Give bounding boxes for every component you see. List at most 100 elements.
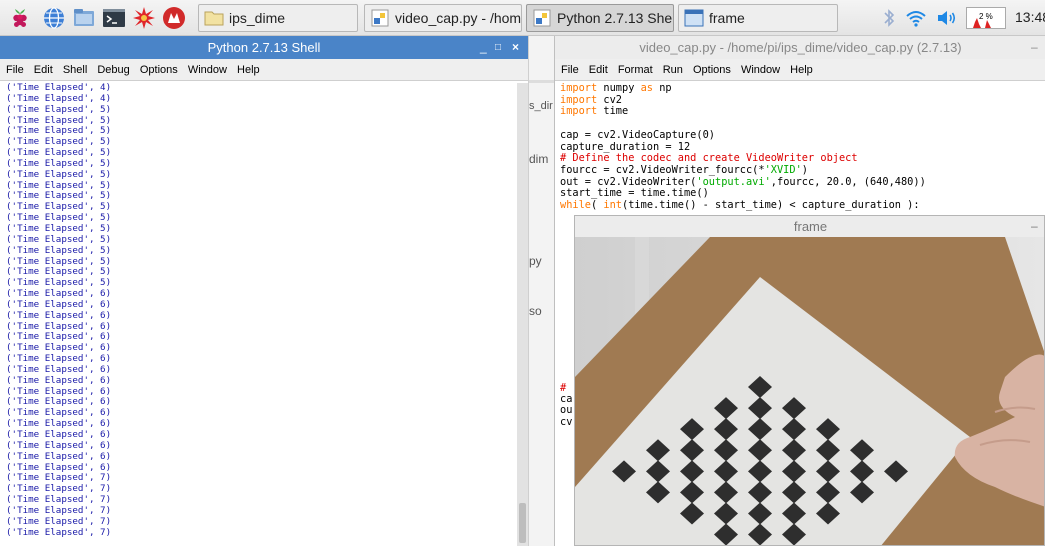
menu-file[interactable]: File bbox=[6, 64, 24, 76]
menu-file[interactable]: File bbox=[561, 64, 579, 76]
code-token: (time.time() - start_time) < capture_dur… bbox=[622, 199, 920, 212]
background-text: py bbox=[529, 254, 542, 268]
code-token: import bbox=[560, 93, 598, 106]
taskbar-task-shell[interactable]: Python 2.7.13 Shell bbox=[526, 4, 674, 32]
menu-edit[interactable]: Edit bbox=[34, 64, 53, 76]
menu-format[interactable]: Format bbox=[618, 64, 653, 76]
code-token: fourcc = cv2.VideoWriter_fourcc(* bbox=[560, 163, 765, 176]
code-line: import time bbox=[560, 106, 926, 118]
code-token: import bbox=[560, 105, 598, 118]
wifi-icon[interactable] bbox=[904, 6, 928, 30]
shell-output-line: ('Time Elapsed', 5) bbox=[6, 103, 112, 115]
background-window[interactable]: s_dir dim py so bbox=[528, 36, 554, 546]
wolfram-icon[interactable] bbox=[162, 6, 186, 30]
taskbar-task-editor[interactable]: video_cap.py - /home... bbox=[364, 4, 522, 32]
code-token: capture_duration = 12 bbox=[560, 140, 691, 153]
editor-title: video_cap.py - /home/pi/ips_dime/video_c… bbox=[639, 40, 962, 55]
code-token: ca bbox=[560, 393, 573, 406]
menu-window[interactable]: Window bbox=[188, 64, 227, 76]
code-line: while( int(time.time() - start_time) < c… bbox=[560, 199, 926, 212]
minimize-button[interactable]: – bbox=[1031, 216, 1038, 237]
menu-run[interactable]: Run bbox=[663, 64, 683, 76]
taskbar-task-frame[interactable]: frame bbox=[678, 4, 838, 32]
minimize-button[interactable]: _ bbox=[480, 36, 487, 59]
menu-help[interactable]: Help bbox=[790, 64, 813, 76]
minimize-button[interactable]: – bbox=[1031, 36, 1038, 59]
editor-menubar: File Edit Format Run Options Window Help bbox=[555, 59, 1045, 81]
bluetooth-icon[interactable] bbox=[877, 6, 901, 30]
frame-title: frame bbox=[793, 219, 828, 234]
task-label: ips_dime bbox=[229, 10, 286, 26]
code-token: time bbox=[597, 105, 629, 118]
code-token: cap = cv2.VideoCapture(0) bbox=[560, 128, 715, 141]
python-icon bbox=[371, 9, 389, 27]
shell-title: Python 2.7.13 Shell bbox=[207, 40, 321, 55]
code-token: 'output.avi' bbox=[696, 175, 771, 188]
shell-output-line: ('Time Elapsed', 7) bbox=[6, 526, 112, 538]
code-token: cv bbox=[560, 415, 573, 428]
menu-help[interactable]: Help bbox=[237, 64, 260, 76]
code-editor-partial[interactable]: # ca ou cv bbox=[560, 382, 573, 428]
taskbar: ips_dime video_cap.py - /home... Python … bbox=[0, 0, 1045, 36]
shell-output-line: ('Time Elapsed', 5) bbox=[6, 244, 112, 256]
code-token: ,fourcc, 20.0, (640,480)) bbox=[770, 175, 926, 188]
frame-window: frame – bbox=[574, 215, 1045, 546]
code-token: # Define the codec and create VideoWrite… bbox=[560, 152, 858, 165]
shell-output[interactable]: ('Time Elapsed', 4) ('Time Elapsed', 4) ('… bbox=[6, 83, 516, 543]
raspberry-menu-icon[interactable] bbox=[8, 6, 32, 30]
volume-icon[interactable] bbox=[935, 6, 959, 30]
clock[interactable]: 13:48 bbox=[1015, 9, 1045, 25]
menu-edit[interactable]: Edit bbox=[589, 64, 608, 76]
shell-output-line: ('Time Elapsed', 6) bbox=[6, 450, 112, 462]
code-token: while bbox=[560, 199, 591, 212]
shell-output-line: ('Time Elapsed', 7) bbox=[6, 515, 112, 527]
code-token: ou bbox=[560, 404, 573, 417]
background-text: s_dir bbox=[529, 100, 553, 112]
code-token: start_time = time.time() bbox=[560, 187, 709, 200]
code-token: int bbox=[603, 199, 623, 212]
code-token: cv2 bbox=[597, 93, 623, 106]
code-token: # bbox=[560, 382, 567, 394]
task-label: Python 2.7.13 Shell bbox=[557, 10, 674, 26]
camera-video-frame bbox=[575, 237, 1044, 545]
code-editor[interactable]: import numpy as np import cv2 import time … bbox=[560, 82, 926, 212]
maximize-button[interactable]: □ bbox=[495, 36, 501, 59]
background-text: dim bbox=[529, 152, 549, 166]
task-label: frame bbox=[709, 10, 745, 26]
code-token: numpy bbox=[597, 82, 641, 94]
frame-titlebar[interactable]: frame – bbox=[575, 216, 1044, 237]
menu-options[interactable]: Options bbox=[693, 64, 731, 76]
taskbar-task-file-manager[interactable]: ips_dime bbox=[198, 4, 358, 32]
terminal-icon[interactable] bbox=[102, 6, 126, 30]
shell-menubar: File Edit Shell Debug Options Window Hel… bbox=[0, 59, 528, 81]
menu-window[interactable]: Window bbox=[741, 64, 780, 76]
editor-titlebar[interactable]: video_cap.py - /home/pi/ips_dime/video_c… bbox=[555, 36, 1045, 59]
web-browser-icon[interactable] bbox=[42, 6, 66, 30]
folder-icon bbox=[204, 11, 224, 26]
python-icon bbox=[533, 9, 551, 27]
cpu-monitor[interactable]: 2 % bbox=[966, 7, 1006, 29]
file-manager-icon[interactable] bbox=[72, 6, 96, 30]
menu-shell[interactable]: Shell bbox=[63, 64, 87, 76]
task-label: video_cap.py - /home... bbox=[395, 10, 522, 26]
code-token: as bbox=[640, 82, 654, 94]
code-token: out = cv2.VideoWriter( bbox=[560, 175, 697, 188]
code-token: ( bbox=[591, 199, 604, 212]
scrollbar-thumb[interactable] bbox=[519, 503, 526, 543]
menu-debug[interactable]: Debug bbox=[97, 64, 129, 76]
background-text: so bbox=[529, 304, 542, 318]
shell-output-line: ('Time Elapsed', 6) bbox=[6, 309, 112, 321]
menu-options[interactable]: Options bbox=[140, 64, 178, 76]
shell-scrollbar[interactable] bbox=[517, 83, 528, 546]
python-shell-window: Python 2.7.13 Shell _ □ × File Edit Shel… bbox=[0, 36, 528, 546]
shell-titlebar[interactable]: Python 2.7.13 Shell _ □ × bbox=[0, 36, 528, 59]
code-token: ) bbox=[801, 163, 808, 176]
code-token: np bbox=[653, 82, 672, 94]
code-token: import bbox=[560, 82, 598, 94]
cpu-label: 2 % bbox=[979, 12, 993, 21]
shell-output-line: ('Time Elapsed', 5) bbox=[6, 168, 112, 180]
mathematica-icon[interactable] bbox=[132, 6, 156, 30]
window-icon bbox=[684, 9, 704, 27]
close-button[interactable]: × bbox=[512, 36, 519, 59]
